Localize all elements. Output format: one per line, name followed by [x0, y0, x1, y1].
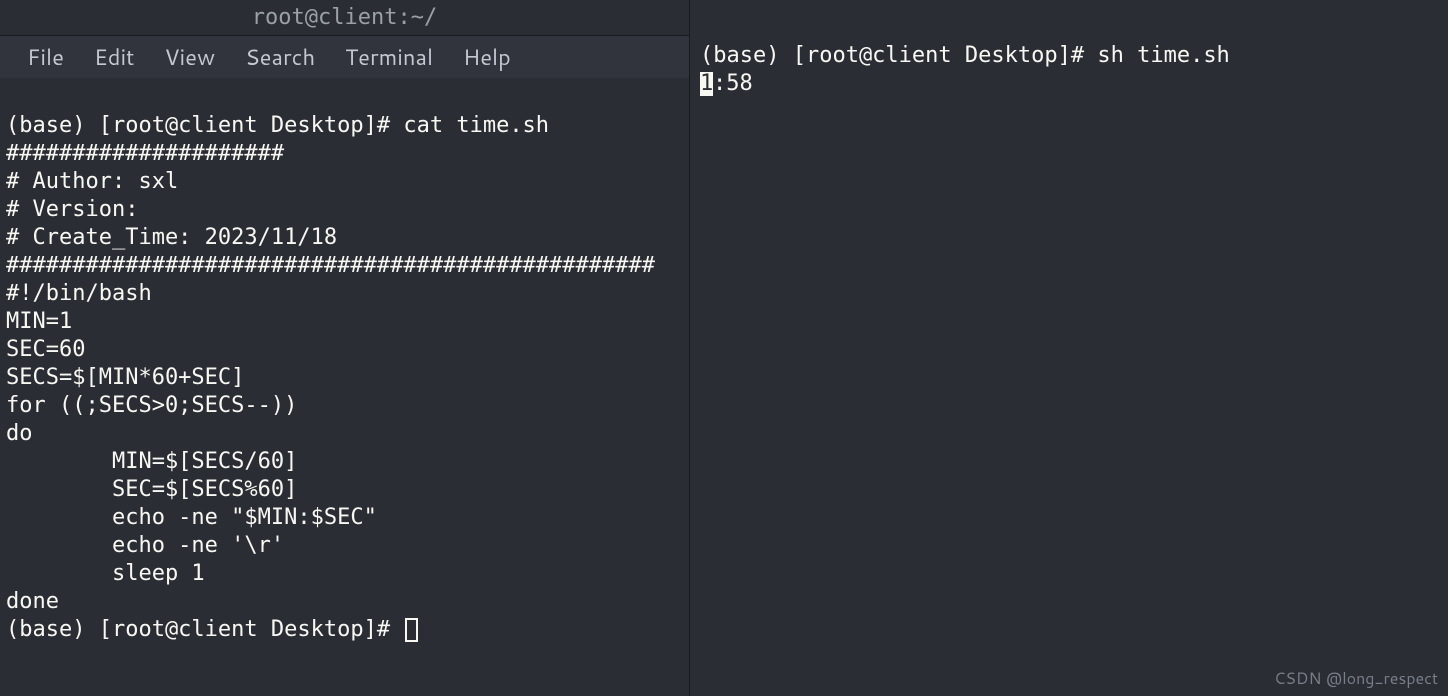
- window-title: root@client:~/: [252, 5, 437, 30]
- script-line: do: [6, 421, 33, 446]
- script-line: MIN=1: [6, 309, 72, 334]
- cursor-icon: 1: [700, 72, 713, 96]
- script-line: # Create_Time: 2023/11/18: [6, 225, 337, 250]
- script-line: done: [6, 589, 59, 614]
- title-bar: root@client:~/: [0, 0, 689, 36]
- left-terminal-window: root@client:~/ File Edit View Search Ter…: [0, 0, 690, 696]
- script-line: sleep 1: [6, 561, 205, 586]
- menu-help[interactable]: Help: [448, 38, 526, 77]
- menu-file[interactable]: File: [12, 38, 79, 77]
- script-line: # Author: sxl: [6, 169, 178, 194]
- script-line: #!/bin/bash: [6, 281, 152, 306]
- script-line: SECS=$[MIN*60+SEC]: [6, 365, 244, 390]
- output-text: :58: [713, 71, 753, 96]
- script-line: MIN=$[SECS/60]: [6, 449, 297, 474]
- script-line: # Version:: [6, 197, 138, 222]
- menu-search[interactable]: Search: [230, 38, 330, 77]
- menu-view[interactable]: View: [149, 38, 230, 77]
- cursor-icon: [405, 618, 418, 642]
- left-terminal-output[interactable]: (base) [root@client Desktop]# cat time.s…: [0, 78, 689, 650]
- script-line: SEC=$[SECS%60]: [6, 477, 297, 502]
- menu-terminal[interactable]: Terminal: [330, 38, 448, 77]
- menu-bar: File Edit View Search Terminal Help: [0, 36, 689, 78]
- script-line: echo -ne '\r': [6, 533, 284, 558]
- script-line: for ((;SECS>0;SECS--)): [6, 393, 297, 418]
- right-terminal-output[interactable]: (base) [root@client Desktop]# sh time.sh…: [690, 0, 1448, 104]
- prompt-line: (base) [root@client Desktop]# cat time.s…: [6, 113, 549, 138]
- script-line: echo -ne "$MIN:$SEC": [6, 505, 377, 530]
- right-terminal-window: (base) [root@client Desktop]# sh time.sh…: [690, 0, 1448, 696]
- menu-edit[interactable]: Edit: [79, 38, 150, 77]
- script-line: #####################: [6, 141, 284, 166]
- prompt-line: (base) [root@client Desktop]#: [6, 617, 403, 642]
- watermark-text: CSDN @long_respect: [1274, 667, 1438, 690]
- script-line: SEC=60: [6, 337, 85, 362]
- prompt-line: (base) [root@client Desktop]# sh time.sh: [700, 43, 1230, 68]
- script-line: ########################################…: [6, 253, 655, 278]
